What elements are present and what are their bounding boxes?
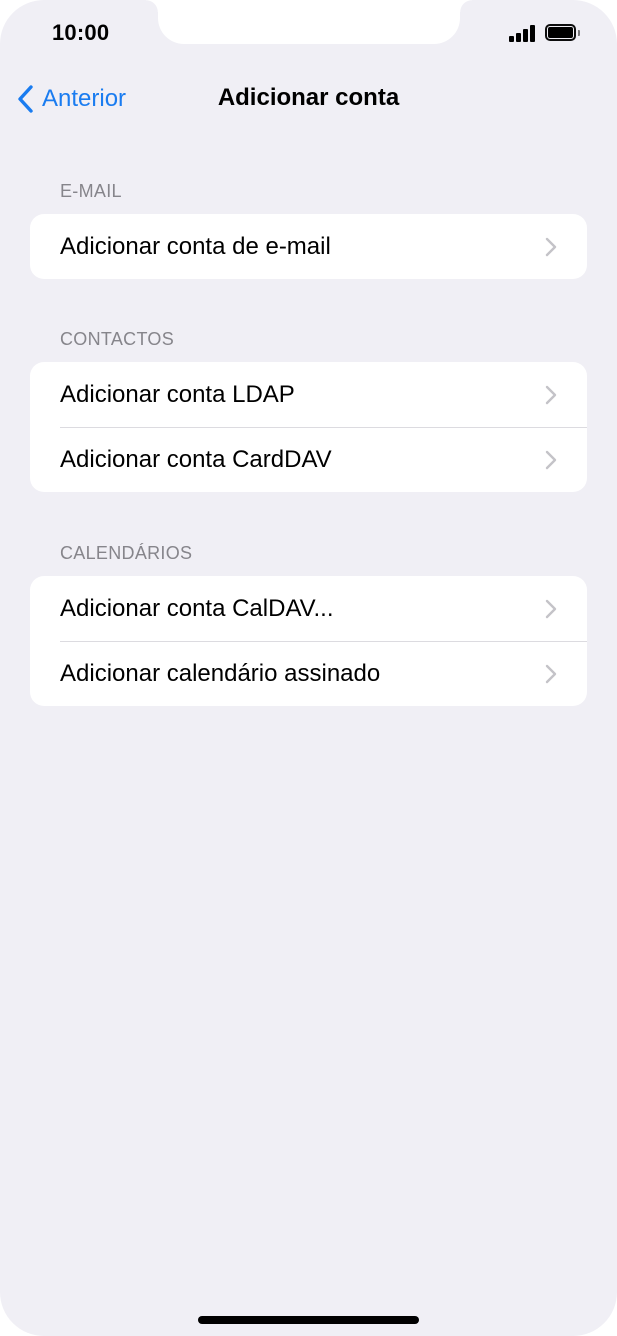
screen: 10:00 Anterior Adicionar conta E-MAIL Ad… (0, 0, 617, 1336)
chevron-right-icon (545, 450, 557, 469)
list-item-label: Adicionar calendário assinado (60, 659, 381, 687)
chevron-right-icon (545, 237, 557, 256)
chevron-right-icon (545, 664, 557, 683)
list-item-label: Adicionar conta CalDAV... (60, 594, 334, 622)
home-indicator[interactable] (198, 1316, 419, 1324)
list-item-add-carddav-account[interactable]: Adicionar conta CardDAV (30, 427, 587, 492)
section-header-email: E-MAIL (60, 181, 122, 201)
page-title-text: Adicionar conta (217, 84, 400, 111)
list-item-label: Adicionar conta LDAP (60, 380, 295, 408)
group-contacts: Adicionar conta LDAP Adicionar conta Car… (30, 362, 587, 492)
device-notch (146, 0, 472, 44)
list-item-add-ldap-account[interactable]: Adicionar conta LDAP (30, 362, 587, 427)
chevron-right-icon (545, 599, 557, 618)
section-header-contacts: CONTACTOS (60, 329, 175, 349)
battery-icon (545, 24, 581, 42)
list-item-add-subscribed-calendar[interactable]: Adicionar calendário assinado (30, 641, 587, 706)
status-time: 10:00 (52, 20, 110, 45)
list-item-add-email-account[interactable]: Adicionar conta de e-mail (30, 214, 587, 279)
list-item-label: Adicionar conta de e-mail (60, 232, 331, 260)
group-calendars: Adicionar conta CalDAV... Adicionar cale… (30, 576, 587, 706)
section-header-calendars: CALENDÁRIOS (60, 543, 193, 563)
group-email: Adicionar conta de e-mail (30, 214, 587, 279)
chevron-right-icon (545, 385, 557, 404)
list-item-label: Adicionar conta CardDAV (60, 445, 332, 473)
list-item-add-caldav-account[interactable]: Adicionar conta CalDAV... (30, 576, 587, 641)
page-title: Adicionar conta (0, 84, 617, 112)
cellular-signal-icon (509, 24, 537, 42)
